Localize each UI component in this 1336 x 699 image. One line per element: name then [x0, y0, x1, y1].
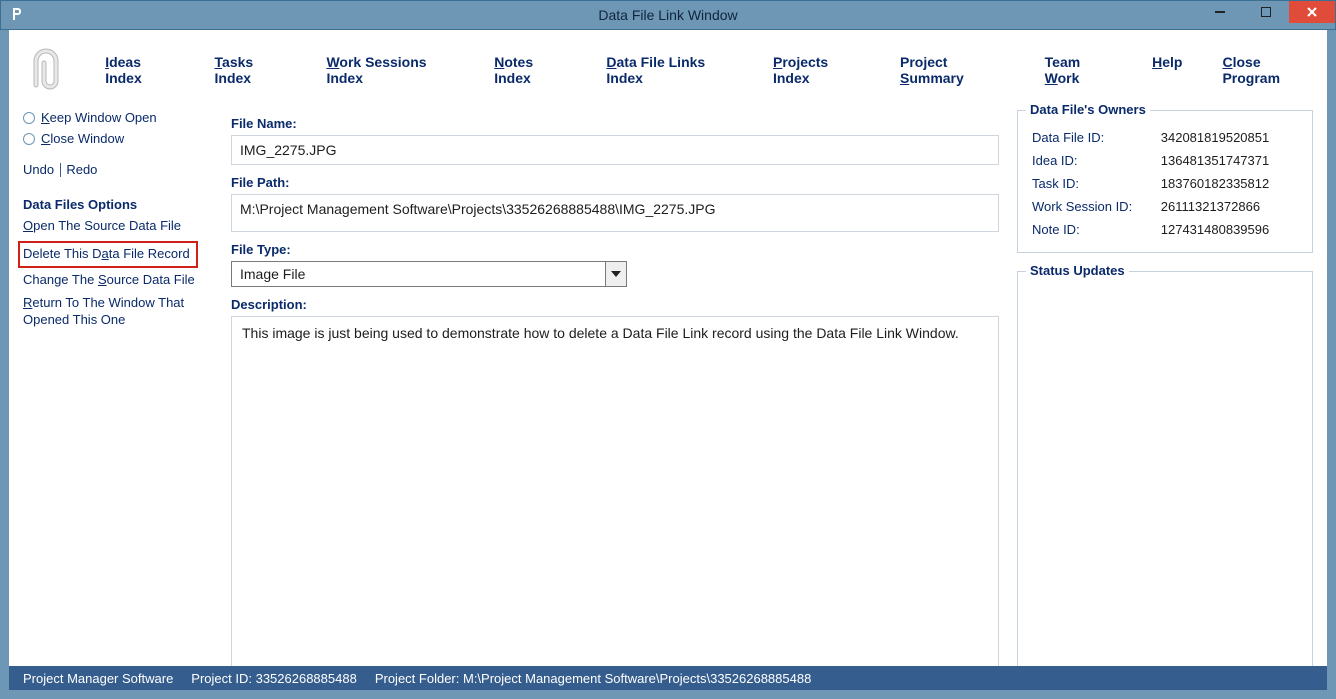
body: Keep Window Open Close Window Undo Redo …	[9, 110, 1327, 690]
statusbar-project-folder: Project Folder: M:\Project Management So…	[375, 671, 811, 686]
link-return-to-previous-window[interactable]: Return To The Window That Opened This On…	[23, 295, 213, 329]
logo-paperclip-icon	[23, 40, 79, 100]
link-delete-this-data-file-record[interactable]: Delete This Data File Record	[23, 246, 190, 263]
owners-row: Work Session ID:26111321372866	[1032, 196, 1298, 217]
app-frame: Ideas Index Tasks Index Work Sessions In…	[9, 30, 1327, 690]
owners-row: Data File ID:342081819520851	[1032, 127, 1298, 148]
sidebar-section-data-files-options: Data Files Options	[23, 197, 213, 212]
statusbar-project-id: Project ID: 33526268885488	[191, 671, 357, 686]
groupbox-status-updates: Status Updates	[1017, 271, 1313, 676]
owners-row: Idea ID:136481351747371	[1032, 150, 1298, 171]
label-file-path: File Path:	[231, 175, 999, 190]
undo-redo-separator	[60, 163, 61, 177]
window-title: Data File Link Window	[598, 7, 737, 23]
right-column: Data File's Owners Data File ID:34208181…	[1017, 110, 1313, 676]
link-open-source-data-file[interactable]: Open The Source Data File	[23, 218, 213, 235]
legend-owners: Data File's Owners	[1026, 102, 1150, 117]
statusbar-app-name: Project Manager Software	[23, 671, 173, 686]
owners-label: Task ID:	[1032, 173, 1159, 194]
sidebar: Keep Window Open Close Window Undo Redo …	[23, 110, 213, 676]
owners-value: 136481351747371	[1161, 150, 1298, 171]
link-change-source-data-file[interactable]: Change The Source Data File	[23, 272, 213, 289]
textarea-description[interactable]: This image is just being used to demonst…	[231, 316, 999, 676]
app-icon	[9, 6, 25, 25]
menu-notes-index[interactable]: Notes Index	[494, 54, 566, 86]
owners-value: 342081819520851	[1161, 127, 1298, 148]
owners-table: Data File ID:342081819520851 Idea ID:136…	[1030, 125, 1300, 242]
menubar: Ideas Index Tasks Index Work Sessions In…	[9, 30, 1327, 110]
menu-data-file-links-index[interactable]: Data File Links Index	[606, 54, 733, 86]
input-file-path[interactable]: M:\Project Management Software\Projects\…	[231, 194, 999, 232]
redo-link[interactable]: Redo	[66, 162, 97, 177]
menu-ideas-index[interactable]: Ideas Index	[105, 54, 174, 86]
menu-close-program[interactable]: Close Program	[1222, 54, 1313, 86]
menu-projects-index[interactable]: Projects Index	[773, 54, 860, 86]
groupbox-owners: Data File's Owners Data File ID:34208181…	[1017, 110, 1313, 253]
minimize-button[interactable]	[1197, 1, 1243, 23]
select-file-type[interactable]: Image File	[231, 261, 627, 287]
owners-value: 127431480839596	[1161, 219, 1298, 240]
owners-label: Note ID:	[1032, 219, 1159, 240]
close-button[interactable]	[1289, 1, 1335, 23]
owners-row: Note ID:127431480839596	[1032, 219, 1298, 240]
titlebar: Data File Link Window	[0, 0, 1336, 30]
label-description: Description:	[231, 297, 999, 312]
undo-link[interactable]: Undo	[23, 162, 54, 177]
maximize-button[interactable]	[1243, 1, 1289, 23]
input-file-name[interactable]: IMG_2275.JPG	[231, 135, 999, 165]
menu-project-summary[interactable]: Project Summary	[900, 54, 1005, 86]
owners-row: Task ID:183760182335812	[1032, 173, 1298, 194]
label-file-name: File Name:	[231, 116, 999, 131]
statusbar: Project Manager Software Project ID: 335…	[9, 666, 1327, 690]
legend-status-updates: Status Updates	[1026, 263, 1129, 278]
menu-work-sessions-index[interactable]: Work Sessions Index	[326, 54, 454, 86]
select-file-type-dropdown-button[interactable]	[605, 261, 627, 287]
center-form: File Name: IMG_2275.JPG File Path: M:\Pr…	[231, 110, 999, 676]
owners-value: 26111321372866	[1161, 196, 1298, 217]
owners-label: Idea ID:	[1032, 150, 1159, 171]
menu-tasks-index[interactable]: Tasks Index	[215, 54, 287, 86]
owners-value: 183760182335812	[1161, 173, 1298, 194]
label-file-type: File Type:	[231, 242, 999, 257]
select-file-type-value[interactable]: Image File	[231, 261, 605, 287]
owners-label: Work Session ID:	[1032, 196, 1159, 217]
radio-keep-window-open[interactable]: Keep Window Open	[23, 110, 213, 125]
menu-help[interactable]: Help	[1152, 54, 1182, 86]
owners-label: Data File ID:	[1032, 127, 1159, 148]
radio-close-window[interactable]: Close Window	[23, 131, 213, 146]
highlight-delete-record: Delete This Data File Record	[18, 241, 198, 268]
menu-team-work[interactable]: Team Work	[1045, 54, 1112, 86]
